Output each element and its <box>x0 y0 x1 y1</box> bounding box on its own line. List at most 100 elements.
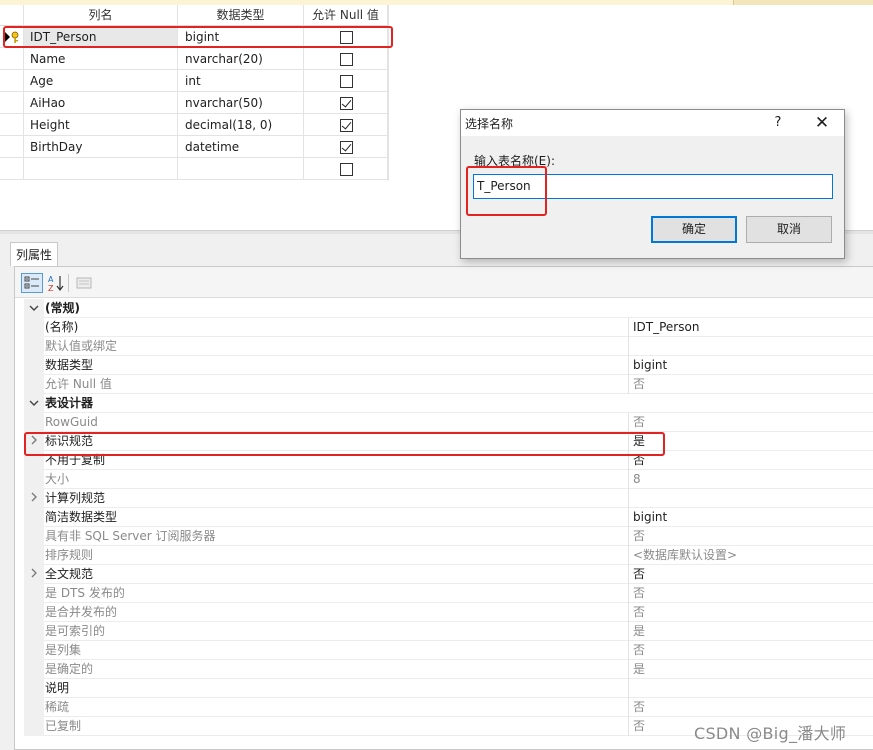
table-row[interactable]: Height decimal(18, 0) <box>0 114 389 136</box>
property-row[interactable]: 允许 Null 值 否 <box>24 375 873 394</box>
property-row[interactable]: 是合并发布的 否 <box>24 603 873 622</box>
property-value[interactable]: 否 <box>628 451 873 470</box>
property-row[interactable]: 具有非 SQL Server 订阅服务器 否 <box>24 527 873 546</box>
categorized-view-button[interactable] <box>21 273 43 293</box>
data-type-cell[interactable]: bigint <box>178 26 304 48</box>
row-selector[interactable] <box>0 158 24 180</box>
property-gutter <box>24 470 44 489</box>
table-row[interactable]: AiHao nvarchar(50) <box>0 92 389 114</box>
property-category[interactable]: 表设计器 <box>24 394 873 413</box>
allow-null-checkbox[interactable] <box>340 31 353 44</box>
column-name-cell[interactable]: IDT_Person <box>24 26 178 48</box>
header-column-name[interactable]: 列名 <box>24 5 178 26</box>
property-row[interactable]: 是 DTS 发布的 否 <box>24 584 873 603</box>
property-value[interactable]: 否 <box>628 375 873 394</box>
column-name-cell[interactable] <box>24 158 178 180</box>
allow-null-cell <box>304 158 388 180</box>
chevron-down-icon <box>29 400 39 406</box>
cancel-button[interactable]: 取消 <box>746 216 832 243</box>
data-type-cell[interactable]: nvarchar(20) <box>178 48 304 70</box>
table-row[interactable]: Name nvarchar(20) <box>0 48 389 70</box>
watermark: CSDN @Big_潘大师 <box>694 724 847 743</box>
alphabetical-view-button[interactable]: A Z <box>46 273 68 293</box>
property-row[interactable]: 不用于复制 否 <box>24 451 873 470</box>
column-name-cell[interactable]: Age <box>24 70 178 92</box>
row-selector[interactable] <box>0 70 24 92</box>
allow-null-checkbox-checked[interactable] <box>340 97 353 110</box>
ok-button[interactable]: 确定 <box>651 216 737 243</box>
property-pages-button[interactable] <box>73 273 95 293</box>
property-value[interactable]: 8 <box>628 470 873 489</box>
property-gutter <box>24 603 44 622</box>
property-value[interactable]: bigint <box>628 356 873 375</box>
row-selector[interactable] <box>0 136 24 158</box>
property-value[interactable]: 否 <box>628 641 873 660</box>
expand-chevron-icon[interactable] <box>24 489 44 508</box>
property-value[interactable]: 否 <box>628 603 873 622</box>
property-value[interactable]: IDT_Person <box>628 318 873 337</box>
table-row[interactable] <box>0 158 389 180</box>
property-row[interactable]: 简洁数据类型 bigint <box>24 508 873 527</box>
property-category[interactable]: (常规) <box>24 299 873 318</box>
allow-null-checkbox[interactable] <box>340 75 353 88</box>
data-type-cell[interactable]: decimal(18, 0) <box>178 114 304 136</box>
row-selector[interactable] <box>0 114 24 136</box>
column-name-cell[interactable]: BirthDay <box>24 136 178 158</box>
row-selector[interactable] <box>0 92 24 114</box>
property-value[interactable] <box>628 679 873 698</box>
allow-null-checkbox-checked[interactable] <box>340 119 353 132</box>
property-value[interactable]: 否 <box>628 527 873 546</box>
close-icon[interactable]: ✕ <box>805 112 839 134</box>
table-name-input[interactable]: T_Person <box>473 174 833 199</box>
help-button[interactable]: ? <box>766 113 790 133</box>
property-row[interactable]: 是确定的 是 <box>24 660 873 679</box>
table-row[interactable]: BirthDay datetime <box>0 136 389 158</box>
property-row[interactable]: 默认值或绑定 <box>24 337 873 356</box>
header-allow-null[interactable]: 允许 Null 值 <box>304 5 388 26</box>
property-row[interactable]: 稀疏 否 <box>24 698 873 717</box>
property-row[interactable]: 排序规则 <数据库默认设置> <box>24 546 873 565</box>
data-type-cell[interactable] <box>178 158 304 180</box>
property-value[interactable]: 是 <box>628 622 873 641</box>
property-value[interactable]: bigint <box>628 508 873 527</box>
collapse-chevron-icon[interactable] <box>24 299 44 318</box>
property-row[interactable]: 计算列规范 <box>24 489 873 508</box>
row-selector[interactable] <box>0 48 24 70</box>
column-name-cell[interactable]: AiHao <box>24 92 178 114</box>
property-value[interactable] <box>628 337 873 356</box>
property-value[interactable] <box>628 489 873 508</box>
allow-null-checkbox[interactable] <box>340 53 353 66</box>
property-value[interactable]: 是 <box>628 432 873 451</box>
allow-null-checkbox-checked[interactable] <box>340 141 353 154</box>
property-row[interactable]: 说明 <box>24 679 873 698</box>
property-value <box>628 394 873 413</box>
data-type-cell[interactable]: nvarchar(50) <box>178 92 304 114</box>
expand-chevron-icon[interactable] <box>24 432 44 451</box>
expand-chevron-icon[interactable] <box>24 565 44 584</box>
property-row[interactable]: 大小 8 <box>24 470 873 489</box>
property-row[interactable]: 是可索引的 是 <box>24 622 873 641</box>
allow-null-checkbox[interactable] <box>340 163 353 176</box>
property-row[interactable]: RowGuid 否 <box>24 413 873 432</box>
property-row[interactable]: 是列集 否 <box>24 641 873 660</box>
property-value[interactable]: 否 <box>628 413 873 432</box>
property-row[interactable]: (名称) IDT_Person <box>24 318 873 337</box>
property-row[interactable]: 数据类型 bigint <box>24 356 873 375</box>
property-value[interactable]: 是 <box>628 660 873 679</box>
property-value[interactable]: 否 <box>628 698 873 717</box>
property-value[interactable]: 否 <box>628 565 873 584</box>
property-row[interactable]: 全文规范 否 <box>24 565 873 584</box>
property-value[interactable]: 否 <box>628 584 873 603</box>
tab-column-properties[interactable]: 列属性 <box>10 242 58 266</box>
property-value[interactable]: <数据库默认设置> <box>628 546 873 565</box>
header-data-type[interactable]: 数据类型 <box>178 5 304 26</box>
column-name-cell[interactable]: Height <box>24 114 178 136</box>
collapse-chevron-icon[interactable] <box>24 394 44 413</box>
table-row[interactable]: Age int <box>0 70 389 92</box>
data-type-cell[interactable]: int <box>178 70 304 92</box>
data-type-cell[interactable]: datetime <box>178 136 304 158</box>
property-row[interactable]: 标识规范 是 <box>24 432 873 451</box>
table-row[interactable]: IDT_Person bigint <box>0 26 389 48</box>
column-name-cell[interactable]: Name <box>24 48 178 70</box>
row-selector[interactable] <box>0 26 24 48</box>
